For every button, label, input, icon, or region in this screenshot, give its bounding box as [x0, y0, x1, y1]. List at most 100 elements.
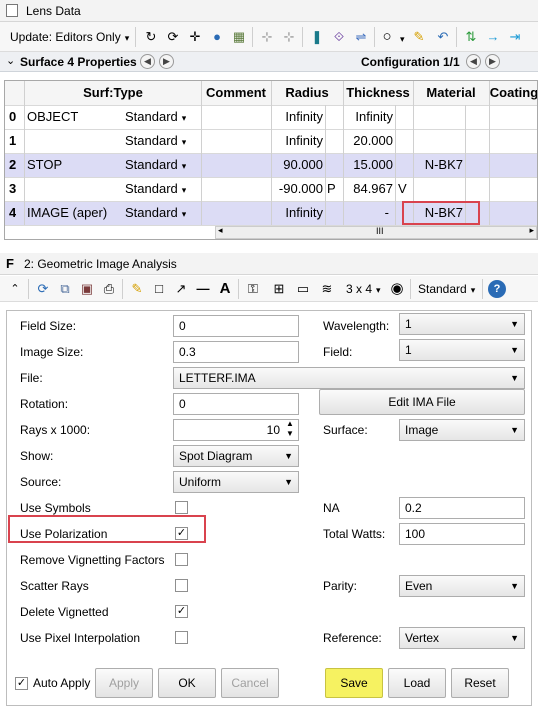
column-header[interactable]: Surf:Type: [25, 81, 201, 105]
stepper-arrows-icon[interactable]: ▲ ▼: [286, 419, 294, 439]
file-select[interactable]: LETTERF.IMA ▼: [173, 367, 525, 389]
thickness-cell[interactable]: 20.000: [343, 129, 395, 153]
scroll-right-icon[interactable]: ▸: [529, 225, 534, 236]
save-button[interactable]: Save: [325, 668, 383, 698]
layout-dropdown[interactable]: 3 x 4 ▾: [346, 282, 381, 296]
pencil-icon[interactable]: ✎: [128, 280, 146, 298]
map-icon[interactable]: ▦: [230, 28, 248, 46]
column-header[interactable]: Material: [413, 81, 489, 105]
field-size-input[interactable]: 0: [173, 315, 299, 337]
collapse-icon[interactable]: ⌃: [6, 280, 24, 298]
radius-cell[interactable]: 90.000: [271, 153, 325, 177]
delete-surface-icon[interactable]: ⊹: [280, 28, 298, 46]
na-input[interactable]: 0.2: [399, 497, 525, 519]
pencil-icon[interactable]: ✎: [410, 28, 428, 46]
grid-icon[interactable]: ⊞: [270, 280, 288, 298]
rotation-input[interactable]: 0: [173, 393, 299, 415]
timer-icon[interactable]: ◉: [388, 280, 406, 298]
horizontal-scrollbar[interactable]: ◂ III ▸: [215, 225, 537, 239]
lens-icon[interactable]: ❚: [308, 28, 326, 46]
surface-type-dropdown[interactable]: Standard ▾: [125, 177, 186, 201]
thickness-cell[interactable]: -: [343, 201, 395, 225]
pickup-icon[interactable]: ⟐: [330, 28, 348, 46]
scatter-rays-checkbox[interactable]: [175, 579, 188, 592]
thickness-cell[interactable]: 15.000: [343, 153, 395, 177]
line-icon[interactable]: —: [194, 280, 212, 298]
surface-select[interactable]: Image ▼: [399, 419, 525, 441]
previous-config-button[interactable]: ◀: [466, 54, 481, 69]
thickness-cell[interactable]: Infinity: [343, 105, 395, 129]
arrow-line-icon[interactable]: ↗: [172, 280, 190, 298]
column-header[interactable]: Thickness: [343, 81, 413, 105]
column-header[interactable]: Comment: [201, 81, 271, 105]
delete-vignetted-checkbox[interactable]: ✓: [175, 605, 188, 618]
crosshair-icon[interactable]: ✛: [186, 28, 204, 46]
radius-cell[interactable]: Infinity: [271, 105, 325, 129]
surface-name[interactable]: IMAGE (aper): [27, 201, 127, 225]
aperture-circle-icon[interactable]: ○: [378, 28, 396, 46]
scroll-left-icon[interactable]: ◂: [218, 225, 223, 236]
reset-button[interactable]: Reset: [451, 668, 509, 698]
surface-type-dropdown[interactable]: Standard ▾: [125, 129, 186, 153]
previous-surface-button[interactable]: ◀: [140, 54, 155, 69]
layers-icon[interactable]: ≋: [318, 280, 336, 298]
refresh-all-icon[interactable]: ⟳: [164, 28, 182, 46]
rays-stepper[interactable]: 10: [173, 419, 299, 441]
update-dropdown[interactable]: Update: Editors Only ▾: [10, 30, 129, 44]
column-header[interactable]: Coating: [489, 81, 537, 105]
print-icon[interactable]: ⎙: [100, 280, 118, 298]
column-header[interactable]: Radius: [271, 81, 343, 105]
load-button[interactable]: Load: [388, 668, 446, 698]
window-icon[interactable]: ▭: [294, 280, 312, 298]
configuration-label: Configuration 1/1: [361, 55, 460, 69]
total-watts-input[interactable]: 100: [399, 523, 525, 545]
material-cell[interactable]: N-BK7: [413, 153, 465, 177]
radius-solve-flag[interactable]: P: [327, 177, 336, 201]
rectangle-icon[interactable]: □: [150, 280, 168, 298]
save-icon[interactable]: ▣: [78, 280, 96, 298]
globe-icon[interactable]: ●: [208, 28, 226, 46]
wavelength-select[interactable]: 1 ▼: [399, 313, 525, 335]
radius-cell[interactable]: -90.000: [271, 177, 325, 201]
parity-select[interactable]: Even ▼: [399, 575, 525, 597]
reference-select[interactable]: Vertex ▼: [399, 627, 525, 649]
lock-icon[interactable]: ⚿: [244, 280, 262, 298]
text-icon[interactable]: A: [216, 280, 234, 298]
edit-ima-file-button[interactable]: Edit IMA File: [319, 389, 525, 415]
help-icon[interactable]: ?: [488, 280, 506, 298]
radius-cell[interactable]: Infinity: [271, 201, 325, 225]
cancel-button[interactable]: Cancel: [221, 668, 279, 698]
thickness-solve-flag[interactable]: V: [398, 177, 407, 201]
insert-surface-icon[interactable]: ⊹: [258, 28, 276, 46]
surface-name[interactable]: OBJECT: [27, 105, 127, 129]
surface-type-dropdown[interactable]: Standard ▾: [125, 201, 186, 225]
surface-name[interactable]: STOP: [27, 153, 127, 177]
arrow-right-icon[interactable]: →: [484, 28, 502, 46]
image-size-input[interactable]: 0.3: [173, 341, 299, 363]
auto-apply-checkbox[interactable]: ✓: [15, 677, 28, 690]
arrow-expand-icon[interactable]: ⇥: [506, 28, 524, 46]
undo-curve-icon[interactable]: ↶: [434, 28, 452, 46]
source-select[interactable]: Uniform ▼: [173, 471, 299, 493]
surface-type-dropdown[interactable]: Standard ▾: [125, 153, 186, 177]
sort-icon[interactable]: ⇅: [462, 28, 480, 46]
use-symbols-checkbox[interactable]: [175, 501, 188, 514]
standard-dropdown[interactable]: Standard ▾: [418, 282, 475, 296]
thickness-cell[interactable]: 84.967: [343, 177, 395, 201]
clockwise-arrow-icon[interactable]: ↻: [142, 28, 160, 46]
next-surface-button[interactable]: ▶: [159, 54, 174, 69]
next-config-button[interactable]: ▶: [485, 54, 500, 69]
show-select[interactable]: Spot Diagram ▼: [173, 445, 299, 467]
apply-button[interactable]: Apply: [95, 668, 153, 698]
surface-type-dropdown[interactable]: Standard ▾: [125, 105, 186, 129]
scroll-grip[interactable]: III: [376, 226, 384, 236]
solve-icon[interactable]: ⇌: [352, 28, 370, 46]
ok-button[interactable]: OK: [158, 668, 216, 698]
field-select[interactable]: 1 ▼: [399, 339, 525, 361]
chevron-down-icon[interactable]: ⌄: [6, 54, 15, 67]
copy-icon[interactable]: ⧉: [56, 280, 74, 298]
pixel-interp-checkbox[interactable]: [175, 631, 188, 644]
radius-cell[interactable]: Infinity: [271, 129, 325, 153]
remove-vignetting-checkbox[interactable]: [175, 553, 188, 566]
refresh-icon[interactable]: ⟳: [34, 280, 52, 298]
